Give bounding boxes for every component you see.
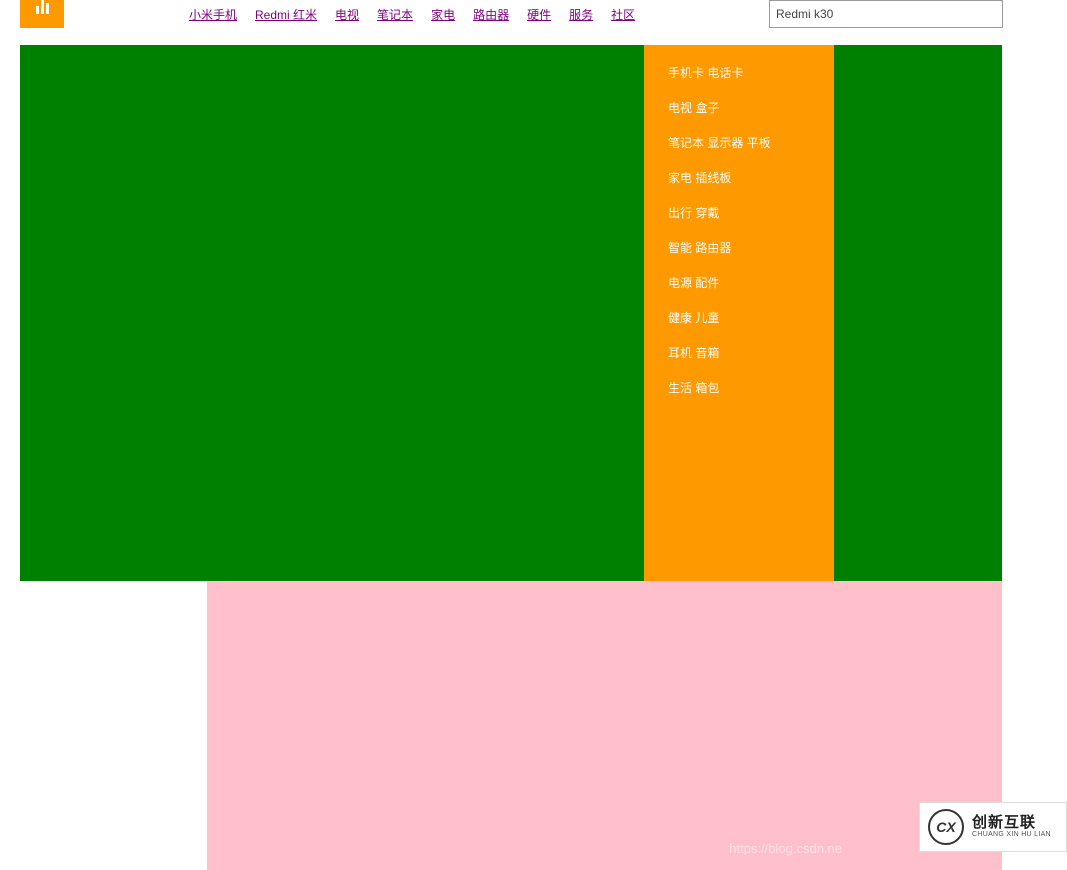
side-menu-item-phonecard[interactable]: 手机卡 电话卡 xyxy=(644,55,834,90)
header: 小米手机 Redmi 红米 电视 笔记本 家电 路由器 硬件 服务 社区 Red… xyxy=(0,0,1067,36)
watermark-text: https://blog.csdn.ne xyxy=(729,841,842,856)
corner-brand-logo: CX 创新互联 CHUANG XIN HU LIAN xyxy=(919,802,1067,852)
search-value: Redmi k30 xyxy=(776,7,833,21)
side-menu-item-tvbox[interactable]: 电视 盒子 xyxy=(644,90,834,125)
corner-logo-en: CHUANG XIN HU LIAN xyxy=(972,831,1051,839)
nav-item-tv[interactable]: 电视 xyxy=(335,6,359,23)
nav-item-phone[interactable]: 小米手机 xyxy=(189,6,237,23)
side-menu-item-power[interactable]: 电源 配件 xyxy=(644,265,834,300)
search-input[interactable]: Redmi k30 xyxy=(769,0,1003,28)
main-nav: 小米手机 Redmi 红米 电视 笔记本 家电 路由器 硬件 服务 社区 xyxy=(189,0,635,28)
nav-item-router[interactable]: 路由器 xyxy=(473,6,509,23)
side-menu-item-laptop[interactable]: 笔记本 显示器 平板 xyxy=(644,125,834,160)
nav-item-redmi[interactable]: Redmi 红米 xyxy=(255,6,317,23)
nav-item-community[interactable]: 社区 xyxy=(611,6,635,23)
side-menu-item-smart[interactable]: 智能 路由器 xyxy=(644,230,834,265)
category-side-menu: 手机卡 电话卡 电视 盒子 笔记本 显示器 平板 家电 插线板 出行 穿戴 智能… xyxy=(644,45,834,581)
side-menu-item-audio[interactable]: 耳机 音箱 xyxy=(644,335,834,370)
side-menu-item-wearable[interactable]: 出行 穿戴 xyxy=(644,195,834,230)
corner-logo-text: 创新互联 CHUANG XIN HU LIAN xyxy=(972,815,1051,839)
content-section: https://blog.csdn.ne xyxy=(207,581,1002,870)
mi-logo-icon xyxy=(36,0,49,14)
side-menu-item-life[interactable]: 生活 箱包 xyxy=(644,370,834,405)
hero-banner: 手机卡 电话卡 电视 盒子 笔记本 显示器 平板 家电 插线板 出行 穿戴 智能… xyxy=(20,45,1002,581)
corner-logo-cn: 创新互联 xyxy=(972,815,1051,832)
side-menu-item-health[interactable]: 健康 儿童 xyxy=(644,300,834,335)
cx-icon: CX xyxy=(928,809,964,845)
nav-item-laptop[interactable]: 笔记本 xyxy=(377,6,413,23)
side-menu-item-appliance[interactable]: 家电 插线板 xyxy=(644,160,834,195)
nav-item-hardware[interactable]: 硬件 xyxy=(527,6,551,23)
logo[interactable] xyxy=(20,0,64,28)
nav-item-appliance[interactable]: 家电 xyxy=(431,6,455,23)
nav-item-service[interactable]: 服务 xyxy=(569,6,593,23)
